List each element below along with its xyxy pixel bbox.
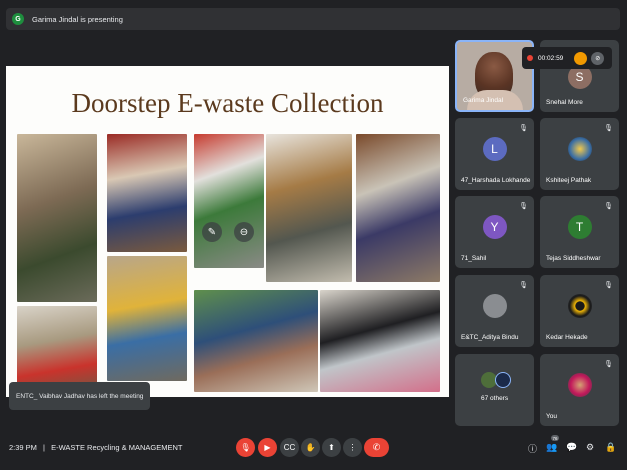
participant-tile[interactable]: 🎙 Kedar Hekade: [540, 275, 619, 347]
control-bar: 2:39 PM | E-WASTE Recycling & MANAGEMENT…: [0, 434, 627, 462]
user-icon: [482, 294, 507, 318]
participant-name: Kshiteej Pathak: [546, 177, 592, 184]
participant-name: 71_Sahil: [461, 255, 487, 262]
slide-photo: [194, 290, 318, 392]
raise-hand-button[interactable]: ✋: [301, 438, 320, 457]
record-icon: [527, 55, 533, 61]
slide-photo: [107, 256, 187, 381]
people-count-badge: 76: [551, 435, 559, 441]
participant-name: Snehal More: [546, 99, 583, 106]
end-call-button[interactable]: ✆: [364, 438, 389, 457]
participant-tile[interactable]: 🎙 L 47_Harshada Lokhande: [455, 118, 534, 190]
presenter-avatar: G: [12, 13, 24, 25]
avatar: T: [567, 215, 592, 239]
mic-off-icon: 🎙: [604, 361, 613, 368]
captions-button[interactable]: CC: [280, 438, 299, 457]
others-tile[interactable]: 67 others: [455, 354, 534, 426]
presenting-text: Garima Jindal is presenting: [32, 14, 123, 24]
slide-title: Doorstep E-waste Collection: [71, 88, 384, 118]
participant-tile[interactable]: 🎙 E&TC_Aditya Bindu: [455, 275, 534, 347]
participant-name: Garima Jindal: [463, 97, 504, 104]
others-count: 67 others: [481, 395, 509, 402]
avatar: Y: [482, 215, 507, 239]
avatar: L: [482, 137, 507, 161]
mic-off-icon: 🎙: [519, 203, 528, 210]
avatar: [567, 373, 592, 397]
participant-tile[interactable]: 🎙 T Tejas Siddheshwar: [540, 196, 619, 268]
slide-photo: [356, 134, 440, 282]
people-icon[interactable]: 👥: [546, 442, 557, 453]
slide-photo: [107, 134, 187, 252]
avatar: [494, 372, 511, 388]
present-button[interactable]: ⬆: [322, 438, 341, 457]
slide-photo: [17, 134, 97, 302]
recording-time: 00:02:59: [538, 54, 564, 62]
chat-icon[interactable]: 💬: [566, 442, 577, 453]
participant-name: 47_Harshada Lokhande: [461, 177, 531, 184]
meeting-title: E-WASTE Recycling & MANAGEMENT: [51, 443, 183, 452]
slide-photo: [194, 134, 264, 268]
mic-off-icon: 🎙: [519, 282, 528, 289]
participant-tile[interactable]: 🎙 You: [540, 354, 619, 426]
more-options-button[interactable]: ⋮: [343, 438, 362, 457]
shared-slide: Doorstep E-waste Collection ✎ ⊖: [6, 66, 449, 397]
participant-tile[interactable]: 🎙 Kshiteej Pathak: [540, 118, 619, 190]
slide-photo: [266, 134, 352, 282]
recording-indicator: 00:02:59 ⊘: [522, 47, 612, 69]
remove-icon[interactable]: ⊖: [234, 222, 254, 242]
avatar: [567, 137, 592, 161]
mic-off-icon: 🎙: [604, 203, 613, 210]
info-icon[interactable]: ⓘ: [528, 442, 537, 455]
participant-tile[interactable]: 🎙 Y 71_Sahil: [455, 196, 534, 268]
clock-time: 2:39 PM: [9, 443, 37, 452]
presenting-banner: G Garima Jindal is presenting: [6, 8, 620, 30]
mic-off-icon[interactable]: ⊘: [591, 51, 605, 65]
mic-off-icon: 🎙: [604, 125, 613, 132]
mic-off-button[interactable]: 🎙: [236, 438, 255, 457]
meeting-info: 2:39 PM | E-WASTE Recycling & MANAGEMENT: [9, 443, 183, 452]
mic-off-icon: 🎙: [519, 125, 528, 132]
participant-name: Kedar Hekade: [546, 334, 588, 341]
participant-name: You: [546, 413, 557, 420]
separator: |: [43, 443, 45, 452]
slide-photo: [17, 306, 97, 394]
activities-icon[interactable]: ⚙: [586, 442, 594, 453]
camera-off-button[interactable]: ▶: [258, 438, 277, 457]
participant-name: E&TC_Aditya Bindu: [461, 334, 519, 341]
meet-window: G Garima Jindal is presenting Doorstep E…: [0, 0, 627, 470]
mic-off-icon: 🎙: [604, 282, 613, 289]
slide-photo: [320, 290, 440, 392]
avatar: [567, 294, 592, 318]
left-meeting-toast: ENTC_ Vaibhav Jadhav has left the meetin…: [9, 382, 150, 410]
participant-name: Tejas Siddheshwar: [546, 255, 601, 262]
pin-icon[interactable]: ✎: [202, 222, 222, 242]
host-controls-icon[interactable]: 🔒: [605, 442, 616, 453]
stop-recording-button[interactable]: [574, 51, 588, 65]
